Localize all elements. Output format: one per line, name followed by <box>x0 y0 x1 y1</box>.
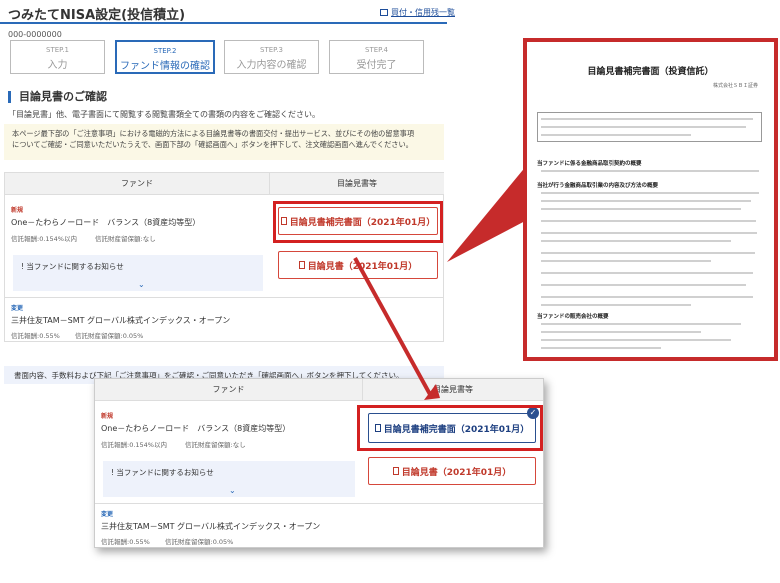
doc-prospectus-label: 目論見書（2021年01月） <box>401 467 512 478</box>
holdings-link[interactable]: 買付・信用残一覧 <box>380 7 455 18</box>
doc-title: 目論見書補完書面（投資信託） <box>587 67 714 77</box>
fund-fee: 信託報酬:0.55% <box>101 538 150 546</box>
fund-reserve: 信託財産留保額:0.05% <box>165 538 234 546</box>
doc-section-3: 当ファンドの販売会社の概要 <box>537 314 609 320</box>
window-icon <box>380 9 388 16</box>
fund-name[interactable]: 三井住友TAM－SMT グローバル株式インデックス・オープン <box>101 521 320 532</box>
fund-name[interactable]: One－たわらノーロード バランス（8資産均等型） <box>101 423 290 434</box>
prospectus-document-preview: 目論見書補完書面（投資信託） 株式会社ＳＢＩ証券 当ファンドに係る金融商品取引契… <box>523 38 778 361</box>
chevron-down-icon: ⌄ <box>229 486 236 495</box>
chevron-down-icon: ⌄ <box>138 280 145 289</box>
row-divider <box>5 297 443 298</box>
info-icon: ! <box>111 468 115 477</box>
step-3-number: STEP.3 <box>260 46 283 54</box>
step-3-label: 入力内容の確認 <box>236 60 307 71</box>
step-2: STEP.2 ファンド情報の確認 <box>115 40 215 74</box>
fund-name[interactable]: 三井住友TAM－SMT グローバル株式インデックス・オープン <box>11 315 230 326</box>
change-tag: 変更 <box>11 305 24 312</box>
highlight-frame <box>273 201 443 243</box>
notice-line-2: についてご確認・ご同意いただいたうえで、画面下部の「確認画面へ」ボタンを押下して… <box>12 140 413 149</box>
section-description: 「目論見書」他、電子書面にて閲覧する閲覧書類全ての書類の内容をご確認ください。 <box>8 110 320 119</box>
doc-prospectus-button[interactable]: 目論見書（2021年01月） <box>278 251 438 279</box>
col-header-fund: ファンド <box>5 173 270 195</box>
fund-fee: 信託報酬:0.154%以内 <box>101 441 167 449</box>
fund-reserve: 信託財産留保額:なし <box>185 441 246 449</box>
change-tag: 変更 <box>101 511 114 518</box>
fund-notice-toggle[interactable]: ! 当ファンドに関するお知らせ ⌄ <box>13 255 263 291</box>
info-icon: ! <box>21 262 25 271</box>
fund-notice-label: 当ファンドに関するお知らせ <box>116 468 214 477</box>
step-3: STEP.3 入力内容の確認 <box>224 40 319 74</box>
row-divider <box>95 503 543 504</box>
step-4-number: STEP.4 <box>365 46 388 54</box>
notice-line-1: 本ページ最下部の「ご注意事項」における電磁的方法による目論見書等の書面交付・提出… <box>12 129 415 138</box>
step-1: STEP.1 入力 <box>10 40 105 74</box>
callout-wedge <box>447 165 527 262</box>
fund-notice-label: 当ファンドに関するお知らせ <box>26 262 124 271</box>
doc-prospectus-button[interactable]: 目論見書（2021年01月） <box>368 457 536 485</box>
new-tag: 新規 <box>11 207 24 214</box>
step-4-label: 受付完了 <box>356 60 397 71</box>
notice-box: 本ページ最下部の「ご注意事項」における電磁的方法による目論見書等の書面交付・提出… <box>4 124 444 160</box>
fund-reserve: 信託財産留保額:なし <box>95 235 156 243</box>
page-title: つみたてNISA設定(投信積立) <box>8 8 186 23</box>
step-2-number: STEP.2 <box>153 47 177 55</box>
step-2-label: ファンド情報の確認 <box>120 61 210 72</box>
fund-fee: 信託報酬:0.154%以内 <box>11 235 77 243</box>
fund-fee: 信託報酬:0.55% <box>11 332 60 340</box>
fund-table: ファンド 目論見書等 新規 One－たわらノーロード バランス（8資産均等型） … <box>4 172 444 342</box>
pdf-icon <box>392 467 399 475</box>
fund-table-zoom: ファンド 目論見書等 新規 One－たわらノーロード バランス（8資産均等型） … <box>94 378 544 548</box>
fund-reserve: 信託財産留保額:0.05% <box>75 332 144 340</box>
doc-prospectus-label: 目論見書（2021年01月） <box>307 261 418 272</box>
account-number: 000-0000000 <box>8 30 62 39</box>
doc-section-1: 当ファンドに係る金融商品取引契約の概要 <box>537 161 642 167</box>
title-divider <box>0 22 447 24</box>
fund-notice-toggle[interactable]: ! 当ファンドに関するお知らせ ⌄ <box>103 461 355 497</box>
highlight-frame <box>357 405 543 451</box>
col-header-fund: ファンド <box>95 379 363 401</box>
col-header-docs: 目論見書等 <box>270 173 444 195</box>
holdings-link-label: 買付・信用残一覧 <box>391 8 455 17</box>
step-4: STEP.4 受付完了 <box>329 40 424 74</box>
pdf-icon <box>298 261 305 269</box>
new-tag: 新規 <box>101 413 114 420</box>
step-1-number: STEP.1 <box>46 46 69 54</box>
fund-name[interactable]: One－たわらノーロード バランス（8資産均等型） <box>11 217 200 228</box>
doc-subtitle: 株式会社ＳＢＩ証券 <box>712 83 758 89</box>
step-1-label: 入力 <box>47 60 68 71</box>
doc-section-2: 当社が行う金融商品取引業の内容及び方法の概要 <box>537 183 659 189</box>
col-header-docs: 目論見書等 <box>363 379 543 401</box>
section-heading: 目論見書のご確認 <box>8 91 107 103</box>
